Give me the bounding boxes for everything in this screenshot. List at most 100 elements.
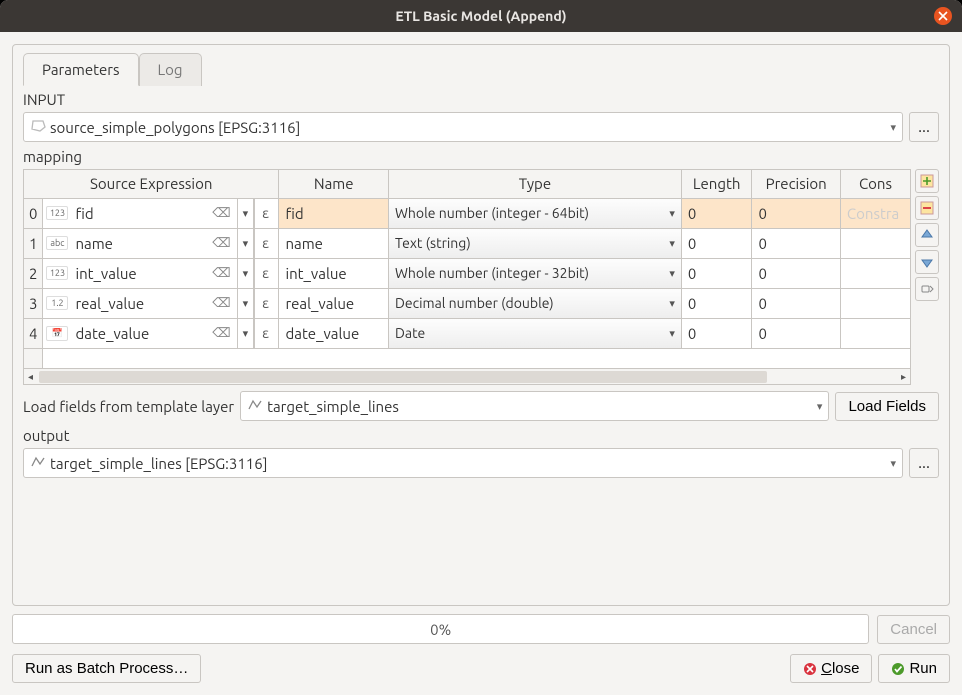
input-section-label: INPUT <box>23 91 939 108</box>
tab-log[interactable]: Log <box>139 53 202 86</box>
output-section-label: output <box>23 427 939 444</box>
name-cell[interactable]: int_value <box>279 258 389 288</box>
col-constraints[interactable]: Cons <box>840 170 910 198</box>
run-batch-button[interactable]: Run as Batch Process… <box>12 654 201 683</box>
add-field-button[interactable] <box>915 169 939 193</box>
constraints-cell[interactable] <box>840 258 910 288</box>
source-expression-cell[interactable]: 📅date_value⌫▾ <box>43 318 254 348</box>
chevron-down-icon: ▾ <box>817 400 823 413</box>
precision-cell[interactable]: 0 <box>752 228 840 258</box>
col-length[interactable]: Length <box>681 170 752 198</box>
constraints-cell[interactable]: Constra <box>840 198 910 228</box>
constraints-cell[interactable] <box>840 228 910 258</box>
constraints-cell[interactable] <box>840 318 910 348</box>
expression-builder-button[interactable]: ε <box>254 318 279 348</box>
source-expression-cell[interactable]: 123int_value⌫▾ <box>43 258 254 288</box>
length-cell[interactable]: 0 <box>681 318 752 348</box>
source-expression-cell[interactable]: abcname⌫▾ <box>43 228 254 258</box>
source-expression-cell[interactable]: 1.2real_value⌫▾ <box>43 288 254 318</box>
constraints-cell[interactable] <box>840 288 910 318</box>
source-dropdown-button[interactable]: ▾ <box>237 199 254 228</box>
template-layer-combo[interactable]: target_simple_lines ▾ <box>240 391 829 421</box>
reset-fields-button[interactable] <box>915 277 939 301</box>
col-name[interactable]: Name <box>279 170 389 198</box>
source-dropdown-button[interactable]: ▾ <box>237 229 254 258</box>
scroll-right-icon[interactable]: ▸ <box>899 371 908 383</box>
move-up-button[interactable] <box>915 223 939 247</box>
expression-builder-button[interactable]: ε <box>254 228 279 258</box>
col-type[interactable]: Type <box>389 170 682 198</box>
type-cell[interactable]: Decimal number (double)▾ <box>389 288 682 318</box>
expression-builder-button[interactable]: ε <box>254 258 279 288</box>
length-cell[interactable]: 0 <box>681 228 752 258</box>
ellipsis-icon: ... <box>918 454 930 472</box>
row-index[interactable]: 1 <box>24 228 43 258</box>
source-dropdown-button[interactable]: ▾ <box>237 319 254 348</box>
precision-cell[interactable]: 0 <box>752 288 840 318</box>
progress-text: 0% <box>430 621 451 638</box>
clear-expression-icon[interactable]: ⌫ <box>208 326 234 341</box>
clear-icon <box>920 282 934 296</box>
source-dropdown-button[interactable]: ▾ <box>237 259 254 288</box>
clear-expression-icon[interactable]: ⌫ <box>208 266 234 281</box>
template-label: Load fields from template layer <box>23 398 234 415</box>
scroll-left-icon[interactable]: ◂ <box>26 371 35 383</box>
col-source[interactable]: Source Expression <box>24 170 279 198</box>
field-type-badge: 1.2 <box>46 296 68 310</box>
template-row: Load fields from template layer target_s… <box>23 391 939 421</box>
expression-builder-button[interactable]: ε <box>254 288 279 318</box>
tab-parameters[interactable]: Parameters <box>23 53 139 86</box>
row-index[interactable]: 2 <box>24 258 43 288</box>
row-index[interactable]: 4 <box>24 318 43 348</box>
mapping-section-label: mapping <box>23 148 939 165</box>
input-layer-combo[interactable]: source_simple_polygons [EPSG:3116] ▾ <box>23 112 903 142</box>
scroll-track[interactable] <box>39 371 895 383</box>
type-cell[interactable]: Date▾ <box>389 318 682 348</box>
length-cell[interactable]: 0 <box>681 198 752 228</box>
clear-expression-icon[interactable]: ⌫ <box>208 206 234 221</box>
move-down-button[interactable] <box>915 250 939 274</box>
length-cell[interactable]: 0 <box>681 258 752 288</box>
ok-circle-icon <box>891 662 905 676</box>
type-value: Text (string) <box>395 235 471 251</box>
name-cell[interactable]: real_value <box>279 288 389 318</box>
col-precision[interactable]: Precision <box>752 170 840 198</box>
epsilon-icon: ε <box>262 235 269 251</box>
row-index[interactable]: 0 <box>24 198 43 228</box>
type-cell[interactable]: Whole number (integer - 64bit)▾ <box>389 198 682 228</box>
name-cell[interactable]: fid <box>279 198 389 228</box>
table-header-row: Source Expression Name Type Length Preci… <box>24 170 910 198</box>
output-layer-value: target_simple_lines [EPSG:3116] <box>50 455 267 472</box>
clear-expression-icon[interactable]: ⌫ <box>208 236 234 251</box>
remove-field-icon <box>920 201 934 215</box>
horizontal-scrollbar[interactable]: ◂ ▸ <box>24 368 910 384</box>
scroll-thumb[interactable] <box>39 371 767 383</box>
chevron-down-icon: ▾ <box>890 457 896 470</box>
progress-bar: 0% <box>12 614 869 644</box>
output-layer-combo[interactable]: target_simple_lines [EPSG:3116] ▾ <box>23 448 903 478</box>
name-cell[interactable]: date_value <box>279 318 389 348</box>
source-field-name: name <box>73 235 206 252</box>
name-cell[interactable]: name <box>279 228 389 258</box>
precision-cell[interactable]: 0 <box>752 198 840 228</box>
precision-cell[interactable]: 0 <box>752 258 840 288</box>
precision-cell[interactable]: 0 <box>752 318 840 348</box>
type-cell[interactable]: Text (string)▾ <box>389 228 682 258</box>
clear-expression-icon[interactable]: ⌫ <box>208 296 234 311</box>
expression-builder-button[interactable]: ε <box>254 198 279 228</box>
run-button[interactable]: Run <box>878 654 950 683</box>
input-browse-button[interactable]: ... <box>909 112 939 142</box>
polygon-layer-icon <box>30 119 46 136</box>
source-expression-cell[interactable]: 123fid⌫▾ <box>43 198 254 228</box>
epsilon-icon: ε <box>262 205 269 221</box>
output-browse-button[interactable]: ... <box>909 448 939 478</box>
field-type-badge: 📅 <box>46 326 68 341</box>
type-cell[interactable]: Whole number (integer - 32bit)▾ <box>389 258 682 288</box>
close-button[interactable]: Close <box>790 654 872 683</box>
remove-field-button[interactable] <box>915 196 939 220</box>
load-fields-button[interactable]: Load Fields <box>835 392 939 421</box>
length-cell[interactable]: 0 <box>681 288 752 318</box>
window-close-button[interactable] <box>934 7 952 25</box>
source-dropdown-button[interactable]: ▾ <box>237 289 254 318</box>
row-index[interactable]: 3 <box>24 288 43 318</box>
